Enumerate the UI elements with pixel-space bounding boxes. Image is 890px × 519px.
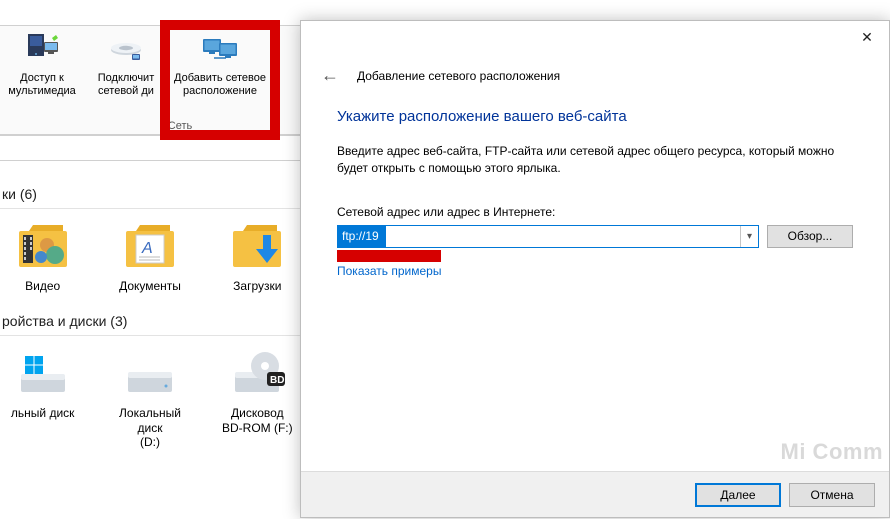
item-label: Видео (25, 279, 60, 293)
item-label: льный диск (11, 406, 75, 420)
drive-system[interactable]: льный диск (2, 344, 83, 449)
network-location-icon (200, 32, 240, 68)
ribbon-item-label: Доступ к мультимедиа (6, 72, 78, 97)
section-title: ки (2, 186, 16, 202)
folders-row: Видео A Документы Загрузки (0, 211, 300, 295)
drive-windows-icon (15, 344, 71, 400)
drive-bdrom-icon: BD (229, 344, 285, 400)
show-examples-link[interactable]: Показать примеры (337, 264, 441, 278)
item-label: Загрузки (233, 279, 281, 293)
folder-videos-icon (15, 217, 71, 273)
folder-downloads-icon (229, 217, 285, 273)
ribbon-group: Подключит сетевой ди (84, 26, 168, 134)
svg-text:A: A (141, 240, 153, 257)
drive-local-d[interactable]: Локальный диск (D:) (109, 344, 190, 449)
dialog-body: Укажите расположение вашего веб-сайта Вв… (301, 98, 889, 278)
ribbon-media-access[interactable]: Доступ к мультимедиа (6, 30, 78, 97)
drive-icon (122, 344, 178, 400)
watermark: Mi Comm (781, 439, 884, 465)
address-bar[interactable] (0, 135, 300, 161)
devices-section-header[interactable]: ройства и диски (3) (2, 313, 300, 329)
folder-documents[interactable]: A Документы (109, 217, 190, 293)
ribbon-group-label: Сеть (90, 120, 270, 132)
folder-videos[interactable]: Видео (2, 217, 83, 293)
ribbon-map-drive[interactable]: Подключит сетевой ди (90, 30, 162, 97)
dialog-header: ← Добавление сетевого расположения (301, 53, 889, 98)
section-count: (3) (110, 313, 127, 329)
wizard-instruction: Введите адрес веб-сайта, FTP-сайта или с… (337, 143, 853, 177)
divider (0, 208, 300, 209)
item-label: Дисковод BD-ROM (F:) (222, 406, 293, 435)
explorer-content: ки (6) Видео A Документы Загрузки ройств… (0, 180, 300, 452)
divider (0, 335, 300, 336)
item-label: Документы (119, 279, 181, 293)
redaction-annotation (337, 250, 441, 262)
devices-row: льный диск Локальный диск (D:) BD Дисков… (0, 338, 300, 451)
browse-button[interactable]: Обзор... (767, 225, 853, 248)
ribbon-toolbar: Доступ к мультимедиа Подключит сетевой д… (0, 25, 300, 135)
ribbon-item-label: Добавить сетевое расположение (174, 72, 266, 97)
address-field-label: Сетевой адрес или адрес в Интернете: (337, 205, 853, 219)
item-label: Локальный диск (D:) (109, 406, 190, 449)
address-input[interactable] (338, 226, 386, 247)
dialog-footer: Далее Отмена (301, 471, 889, 517)
network-drive-icon (106, 32, 146, 68)
ribbon-add-network-location[interactable]: Добавить сетевое расположение (174, 30, 266, 97)
back-button[interactable]: ← (321, 65, 339, 86)
cancel-button[interactable]: Отмена (789, 483, 875, 507)
folder-documents-icon: A (122, 217, 178, 273)
media-server-icon (22, 32, 62, 68)
ribbon-item-label: Подключит сетевой ди (90, 72, 162, 97)
wizard-dialog: ✕ ← Добавление сетевого расположения Ука… (300, 20, 890, 518)
svg-text:BD: BD (270, 375, 284, 386)
address-field-row: ▾ Обзор... (337, 225, 853, 248)
section-count: (6) (20, 186, 37, 202)
section-title: ройства и диски (2, 313, 106, 329)
next-button[interactable]: Далее (695, 483, 781, 507)
ribbon-group: Доступ к мультимедиа (0, 26, 84, 134)
folder-downloads[interactable]: Загрузки (217, 217, 298, 293)
close-button[interactable]: ✕ (845, 21, 889, 53)
dialog-title: Добавление сетевого расположения (357, 69, 560, 83)
address-combobox[interactable]: ▾ (337, 225, 759, 248)
ribbon-group: Добавить сетевое расположение (168, 26, 272, 134)
dialog-titlebar: ✕ (301, 21, 889, 53)
drive-bdrom[interactable]: BD Дисковод BD-ROM (F:) (217, 344, 298, 449)
close-icon: ✕ (861, 29, 873, 46)
chevron-down-icon[interactable]: ▾ (740, 226, 758, 247)
wizard-heading: Укажите расположение вашего веб-сайта (337, 108, 853, 125)
folders-section-header[interactable]: ки (6) (2, 186, 300, 202)
